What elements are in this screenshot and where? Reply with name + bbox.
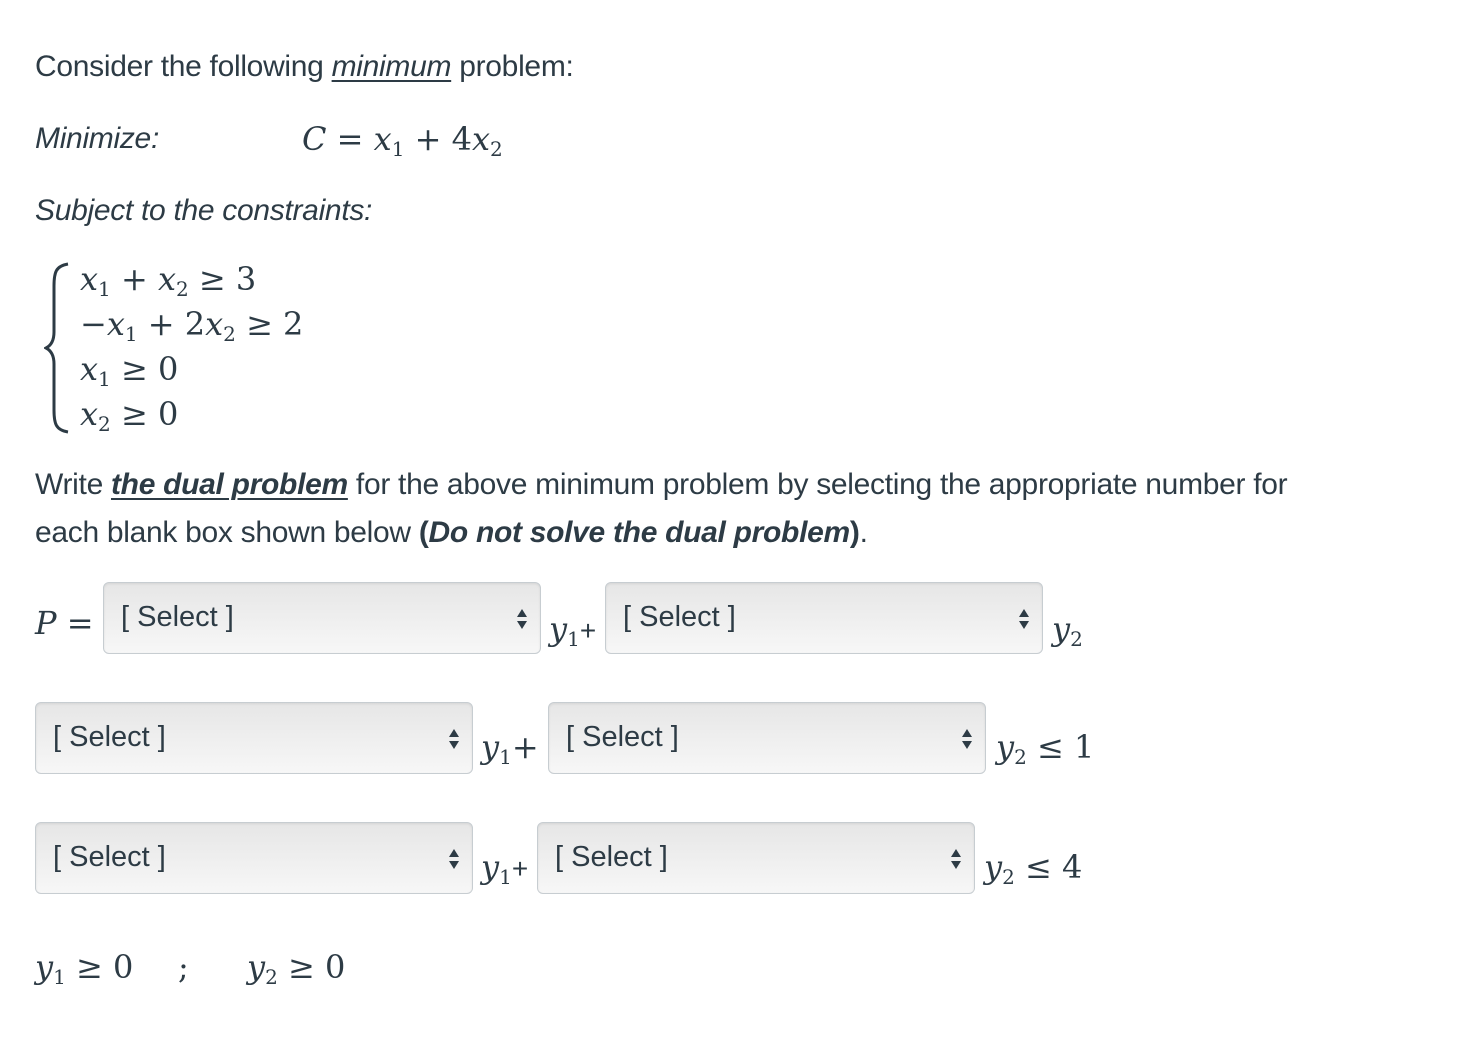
constraint-4: x2 ≥ 0: [80, 395, 179, 436]
intro-suffix: problem:: [451, 50, 574, 83]
row-3-tail: ≤ 4: [1024, 848, 1083, 886]
constraint-2-y2-coefficient-select[interactable]: [ Select ]: [537, 822, 975, 894]
intro-text: Consider the following minimum problem:: [35, 50, 574, 84]
y2-nonnegativity: y2 ≥ 0: [247, 948, 346, 989]
constraint-1: x1 + x2 ≥ 3: [80, 260, 257, 301]
select-arrows-icon: [449, 849, 459, 869]
constraint-2-y1-coefficient-select[interactable]: [ Select ]: [35, 822, 473, 894]
dual-problem-emphasis: the dual problem: [110, 468, 348, 501]
select-label: [ Select ]: [53, 841, 166, 873]
row-2-tail: ≤ 1: [1036, 728, 1095, 766]
y1-term: y1+: [481, 848, 529, 889]
select-arrows-icon: [1019, 609, 1029, 629]
instructions-line-2: each blank box shown below (Do not solve…: [35, 516, 868, 550]
select-arrows-icon: [517, 609, 527, 629]
minimize-label: Minimize:: [35, 122, 159, 155]
instructions-line-1: Write the dual problem for the above min…: [35, 468, 1288, 502]
constraint-3: x1 ≥ 0: [80, 350, 179, 391]
instr2-period: .: [859, 516, 868, 549]
select-label: [ Select ]: [53, 721, 166, 753]
dual-objective-var: P =: [35, 604, 94, 642]
objective-function: C = x1 + 4x2: [302, 120, 503, 161]
select-label: [ Select ]: [555, 841, 668, 873]
y2-term: y2 ≤ 4: [984, 848, 1083, 889]
select-label: [ Select ]: [623, 601, 736, 633]
select-arrows-icon: [962, 729, 972, 749]
instr2-prefix: each blank box shown below: [35, 516, 419, 549]
intro-emphasis: minimum: [331, 50, 452, 83]
select-arrows-icon: [449, 729, 459, 749]
y1-nonnegativity: y1 ≥ 0: [35, 948, 134, 989]
constraint-1-y2-coefficient-select[interactable]: [ Select ]: [548, 702, 986, 774]
left-brace-icon: [44, 262, 69, 434]
select-arrows-icon: [951, 849, 961, 869]
constraint-1-y1-coefficient-select[interactable]: [ Select ]: [35, 702, 473, 774]
constraints-label: Subject to the constraints:: [35, 194, 373, 227]
do-not-solve-note: Do not solve the dual problem: [428, 516, 851, 549]
instr2-close-paren: ): [849, 516, 860, 549]
objective-y1-coefficient-select[interactable]: [ Select ]: [103, 582, 541, 654]
select-label: [ Select ]: [566, 721, 679, 753]
instr-suffix: for the above minimum problem by selecti…: [347, 468, 1288, 501]
instr2-open-paren: (: [418, 516, 429, 549]
instr-prefix: Write: [35, 468, 111, 501]
y1-term: y1+: [549, 610, 597, 651]
y1-term: y1+: [481, 728, 539, 769]
y2-term: y2 ≤ 1: [996, 728, 1095, 769]
p-variable: P: [35, 604, 57, 642]
separator-semicolon: ;: [178, 948, 189, 986]
intro-prefix: Consider the following: [35, 50, 332, 83]
constraint-2: −x1 + 2x2 ≥ 2: [80, 305, 304, 346]
select-label: [ Select ]: [121, 601, 234, 633]
y2-term: y2: [1052, 610, 1083, 651]
objective-y2-coefficient-select[interactable]: [ Select ]: [605, 582, 1043, 654]
